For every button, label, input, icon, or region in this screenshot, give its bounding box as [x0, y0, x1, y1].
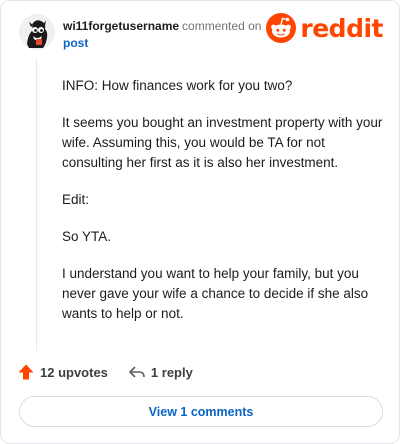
comment-card: wi11forgetusername commented on post redd…: [0, 0, 400, 444]
upvote-arrow-icon: [18, 364, 34, 380]
comment-paragraph: So YTA.: [62, 229, 112, 244]
comment-actions: 12 upvotes 1 reply: [17, 362, 193, 382]
post-link[interactable]: post: [63, 35, 261, 52]
upvotes-count: 12 upvotes: [40, 364, 108, 380]
view-comments-button[interactable]: View 1 comments: [19, 396, 383, 427]
reddit-wordmark: reddit: [300, 13, 383, 43]
comment-body: INFO: How finances work for you two? It …: [62, 76, 384, 341]
commented-on-text: commented on: [182, 19, 262, 33]
reddit-logo: reddit: [266, 13, 383, 43]
comment-paragraph: Edit:: [62, 192, 90, 207]
comment-header: wi11forgetusername commented on post redd…: [19, 13, 385, 53]
username-link[interactable]: wi11forgetusername: [63, 19, 179, 33]
comment-paragraph: INFO: How finances work for you two?: [62, 78, 293, 93]
avatar-image: [19, 14, 55, 50]
comment-paragraph: It seems you bought an investment proper…: [62, 115, 383, 170]
comment-paragraph: I understand you want to help your famil…: [62, 266, 369, 321]
user-avatar[interactable]: [19, 14, 55, 50]
reply-count: 1 reply: [150, 364, 193, 380]
upvote-button[interactable]: 12 upvotes: [17, 363, 108, 381]
comment-meta: wi11forgetusername commented on post: [63, 18, 261, 52]
reddit-snoo-icon: [266, 13, 297, 43]
reply-button[interactable]: 1 reply: [128, 363, 193, 381]
thread-line[interactable]: [36, 59, 37, 351]
reply-arrow-icon: [129, 366, 145, 378]
